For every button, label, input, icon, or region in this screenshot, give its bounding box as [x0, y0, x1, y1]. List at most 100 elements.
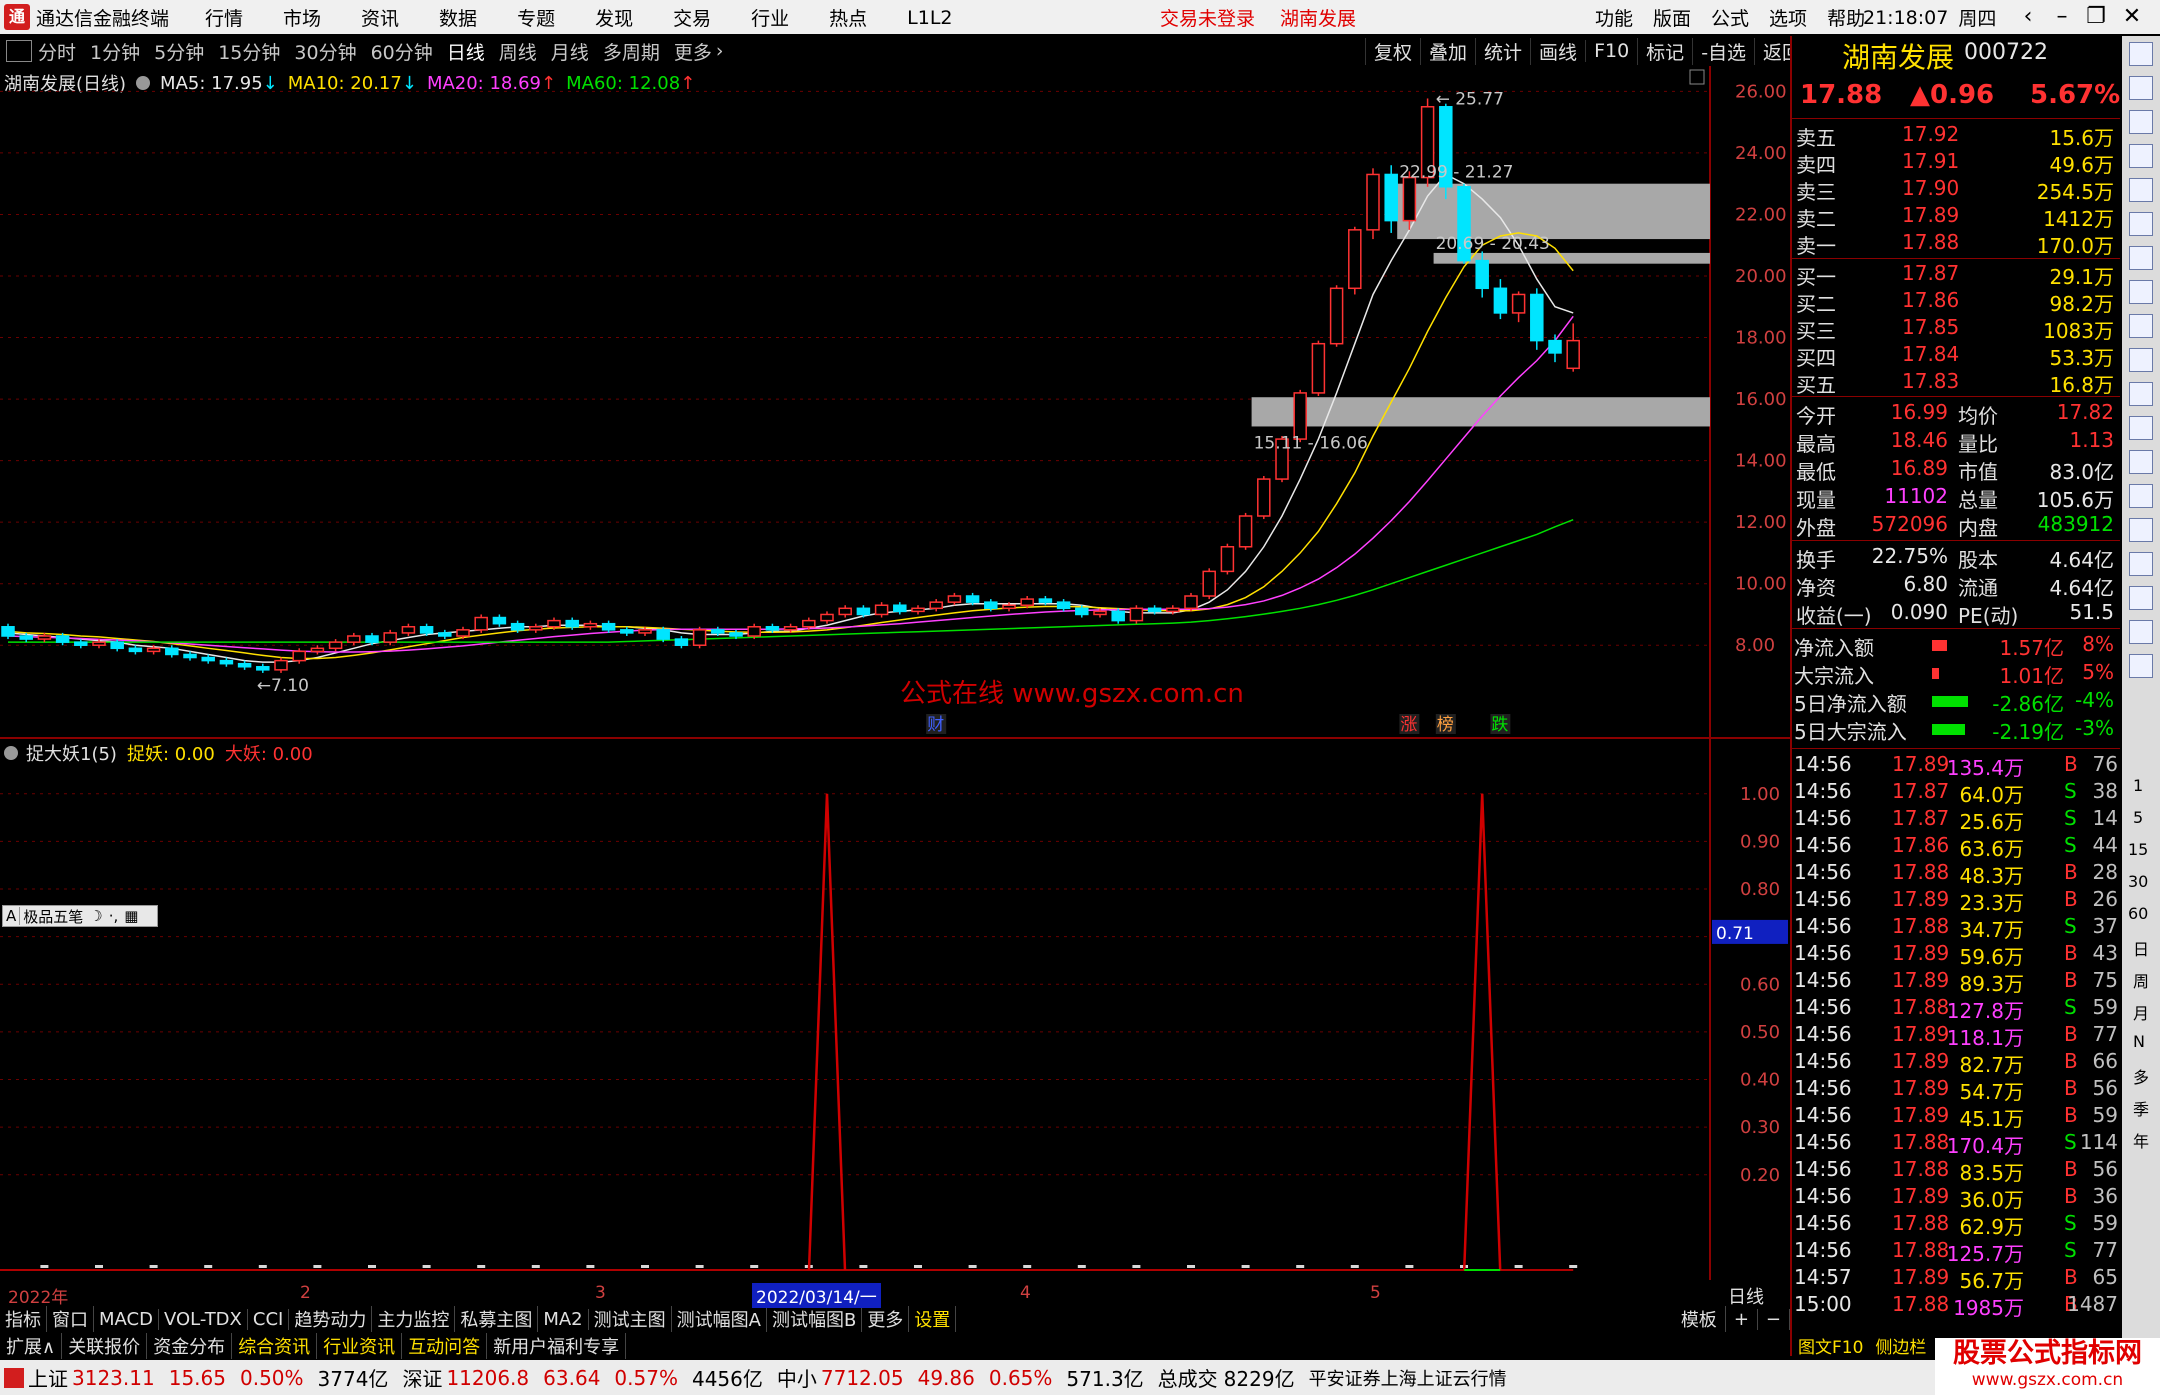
- restore-icon[interactable]: ❐: [2078, 2, 2114, 32]
- close-icon[interactable]: ✕: [2114, 2, 2150, 32]
- chart-expand-icon[interactable]: [1689, 69, 1705, 85]
- chart-tool-0[interactable]: 复权: [1365, 37, 1420, 65]
- bar-icon[interactable]: [2129, 212, 2153, 236]
- minimize-icon[interactable]: –: [2044, 2, 2080, 32]
- chart-tool-2[interactable]: 统计: [1475, 37, 1530, 65]
- period-tab-6[interactable]: 日线: [447, 38, 485, 65]
- indicator-tab-2[interactable]: MACD: [94, 1308, 159, 1330]
- period-tab-10[interactable]: 更多: [674, 38, 712, 65]
- right-menu-item-4[interactable]: 帮助: [1827, 4, 1865, 31]
- arrow-up-icon[interactable]: [2129, 42, 2153, 66]
- rsi-icon[interactable]: [2129, 484, 2153, 508]
- login-status[interactable]: 交易未登录: [1160, 4, 1255, 31]
- more-chevron-icon[interactable]: ›: [716, 40, 724, 62]
- indicator-tab-13[interactable]: 设置: [909, 1306, 957, 1332]
- bid-price[interactable]: 17.87: [1902, 261, 1959, 285]
- info-tab-2[interactable]: 资金分布: [147, 1333, 233, 1359]
- chart-tool-4[interactable]: F10: [1585, 40, 1637, 62]
- period-tab-4[interactable]: 30分钟: [294, 38, 356, 65]
- layout-toggle-icon[interactable]: [6, 40, 32, 62]
- menu-item-4[interactable]: 专题: [517, 4, 555, 31]
- f10-icon[interactable]: [2129, 280, 2153, 304]
- ask-price[interactable]: 17.90: [1902, 176, 1959, 200]
- period-shortcut[interactable]: 季: [2133, 1096, 2149, 1120]
- menu-item-5[interactable]: 发现: [595, 4, 633, 31]
- period-tab-2[interactable]: 5分钟: [154, 38, 204, 65]
- indicator-tab-9[interactable]: 测试主图: [589, 1306, 672, 1332]
- period-tab-9[interactable]: 多周期: [603, 38, 660, 65]
- period-tab-1[interactable]: 1分钟: [90, 38, 140, 65]
- menu-item-8[interactable]: 热点: [829, 4, 867, 31]
- chart-tool-3[interactable]: 画线: [1530, 37, 1585, 65]
- bid-price[interactable]: 17.84: [1902, 342, 1959, 366]
- index-icon[interactable]: [4, 1367, 24, 1388]
- grid2-icon[interactable]: [2129, 654, 2153, 678]
- info-tab-0[interactable]: 扩展∧: [0, 1333, 63, 1359]
- template-control-0[interactable]: 模板: [1673, 1306, 1726, 1332]
- menu-item-7[interactable]: 行业: [751, 4, 789, 31]
- ask-price[interactable]: 17.89: [1902, 203, 1959, 227]
- indicator-tab-7[interactable]: 私募主图: [455, 1306, 539, 1332]
- list-icon[interactable]: [2129, 144, 2153, 168]
- period-shortcut[interactable]: N: [2133, 1032, 2145, 1051]
- candlestick-chart[interactable]: 26.00 24.00 22.00 20.00 18.00 16.00 14.00 12.00…: [0, 66, 1790, 740]
- indicator-tab-10[interactable]: 测试幅图A: [672, 1306, 767, 1332]
- indicator-tab-4[interactable]: CCI: [248, 1308, 290, 1330]
- period-tab-8[interactable]: 月线: [551, 38, 589, 65]
- period-shortcut[interactable]: 30: [2128, 872, 2148, 891]
- period-shortcut[interactable]: 年: [2133, 1128, 2149, 1152]
- period-shortcut[interactable]: 60: [2128, 904, 2148, 923]
- alert-icon[interactable]: [2129, 518, 2153, 542]
- indicator-tab-8[interactable]: MA2: [538, 1308, 589, 1330]
- ime-toolbar[interactable]: A 极品五笔 ☽ ·, ▦: [2, 905, 158, 927]
- calc-icon[interactable]: [2129, 382, 2153, 406]
- back-icon[interactable]: ‹: [2010, 2, 2046, 32]
- bid-price[interactable]: 17.83: [1902, 369, 1959, 393]
- ask-price[interactable]: 17.88: [1902, 230, 1959, 254]
- info-tab-4[interactable]: 行业资讯: [317, 1333, 403, 1359]
- info-tab-5[interactable]: 互动问答: [402, 1333, 488, 1359]
- zx-name[interactable]: 中小: [777, 1363, 817, 1392]
- right-menu-item-0[interactable]: 功能: [1595, 4, 1633, 31]
- sh-name[interactable]: 上证: [28, 1363, 68, 1392]
- period-tab-0[interactable]: 分时: [38, 38, 76, 65]
- info-tab-6[interactable]: 新用户福利专享: [487, 1333, 627, 1359]
- right-menu-item-3[interactable]: 选项: [1769, 4, 1807, 31]
- period-shortcut[interactable]: 多: [2133, 1064, 2149, 1088]
- indicator-chart[interactable]: 1.000.900.800.700.600.500.400.300.200.71: [0, 740, 1790, 1280]
- ime-punct-icon[interactable]: ·,: [106, 907, 122, 925]
- indicator-tab-5[interactable]: 趋势动力: [289, 1306, 373, 1332]
- info-tab-3[interactable]: 综合资讯: [232, 1333, 318, 1359]
- right-menu-item-1[interactable]: 版面: [1653, 4, 1691, 31]
- indicator-tab-11[interactable]: 测试幅图B: [767, 1306, 863, 1332]
- indicator-tab-0[interactable]: 指标: [0, 1306, 47, 1332]
- period-shortcut[interactable]: 5: [2133, 808, 2143, 827]
- period-shortcut[interactable]: 1: [2133, 776, 2143, 795]
- period-shortcut[interactable]: 周: [2133, 968, 2149, 992]
- ask-price[interactable]: 17.92: [1902, 122, 1959, 146]
- bid-price[interactable]: 17.86: [1902, 288, 1959, 312]
- period-shortcut[interactable]: 月: [2133, 1000, 2149, 1024]
- period-tab-3[interactable]: 15分钟: [218, 38, 280, 65]
- rotate-icon[interactable]: [2129, 416, 2153, 440]
- chart-tool-5[interactable]: 标记: [1637, 37, 1692, 65]
- menu-item-1[interactable]: 市场: [283, 4, 321, 31]
- data-source[interactable]: 平安证券上海上证云行情: [1309, 1365, 1507, 1391]
- right-menu-item-2[interactable]: 公式: [1711, 4, 1749, 31]
- template-control-2[interactable]: −: [1758, 1308, 1790, 1330]
- sz-name[interactable]: 深证: [402, 1363, 442, 1392]
- period-shortcut[interactable]: 15: [2128, 840, 2148, 859]
- note-icon[interactable]: [2129, 348, 2153, 372]
- period-tab-5[interactable]: 60分钟: [371, 38, 433, 65]
- indicator-tab-12[interactable]: 更多: [862, 1306, 910, 1332]
- move-icon[interactable]: [2129, 552, 2153, 576]
- ime-keyboard-icon[interactable]: ▦: [121, 907, 141, 925]
- ask-price[interactable]: 17.91: [1902, 149, 1959, 173]
- menu-item-2[interactable]: 资讯: [361, 4, 399, 31]
- period-shortcut[interactable]: 日: [2133, 936, 2149, 960]
- menu-item-6[interactable]: 交易: [673, 4, 711, 31]
- doc-icon[interactable]: [2129, 246, 2153, 270]
- ime-a-icon[interactable]: A: [3, 907, 21, 925]
- menu-item-0[interactable]: 行情: [205, 4, 243, 31]
- menu-item-9[interactable]: L1L2: [907, 7, 952, 29]
